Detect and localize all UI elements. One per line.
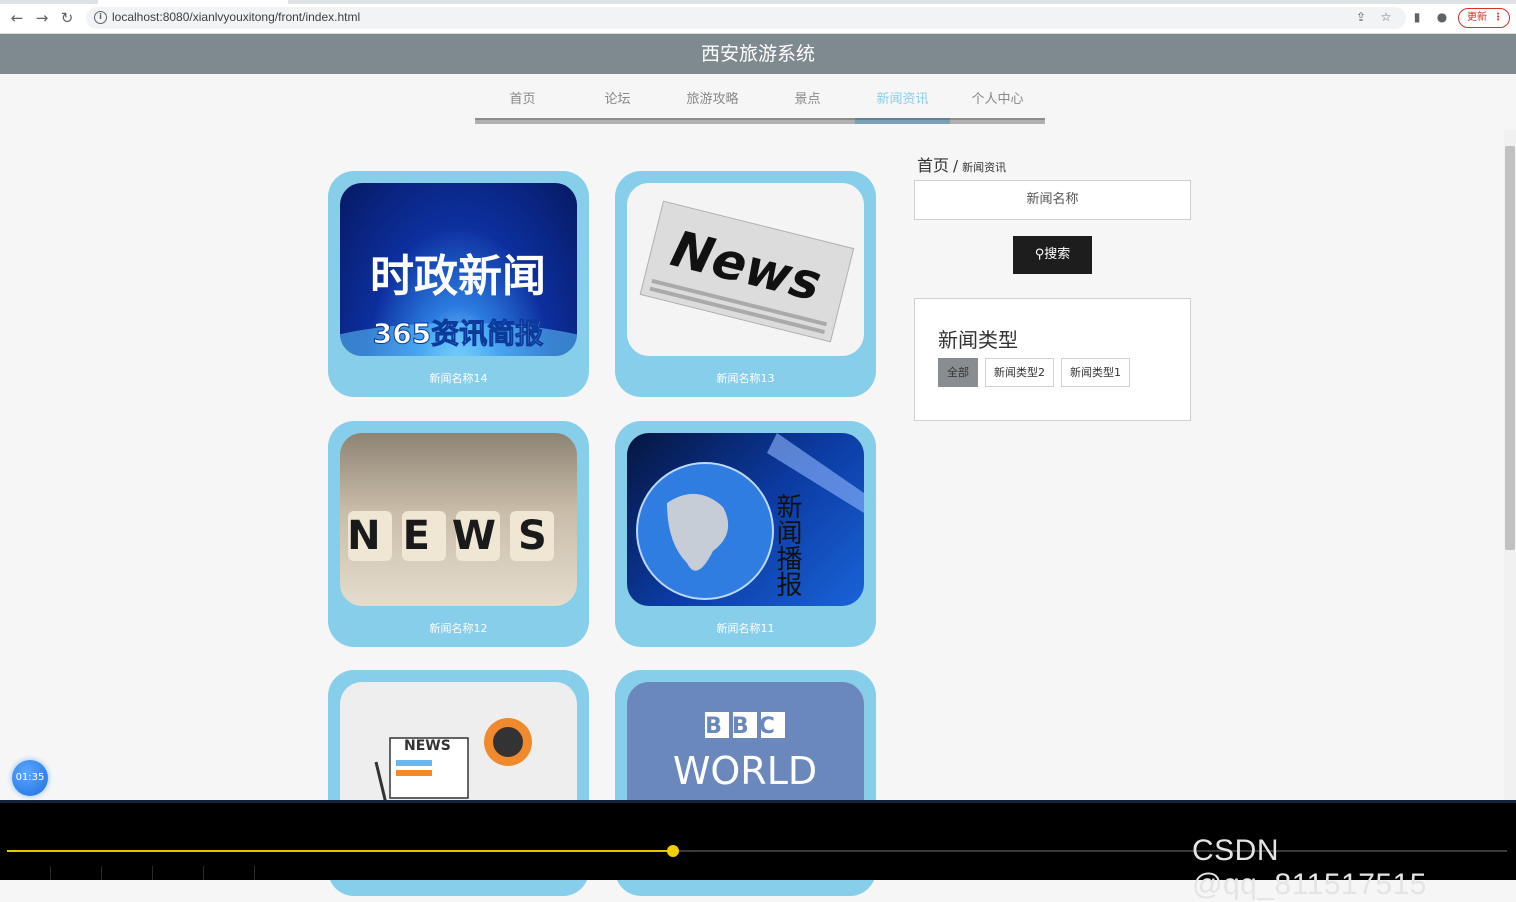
nav-item-label: 旅游攻略 — [686, 92, 739, 107]
breadcrumb: 首页 / 新闻资讯 — [917, 152, 1006, 176]
news-name-search-input[interactable]: 新闻名称 — [914, 180, 1191, 220]
site-info-icon[interactable]: i — [94, 11, 107, 24]
nav-item[interactable]: 首页 — [475, 90, 570, 124]
update-label: 更新 — [1467, 12, 1487, 23]
video-top-line — [0, 800, 1516, 803]
nav-underline — [570, 118, 665, 124]
image-caption-main: 新闻播报 — [772, 493, 802, 597]
active-tab[interactable] — [98, 0, 288, 4]
forward-icon[interactable]: → — [33, 9, 51, 27]
image-caption-main: NEWS — [347, 513, 569, 559]
watermark-text: CSDN @qq_811517515 — [1192, 834, 1427, 901]
news-image[interactable]: News — [627, 183, 864, 356]
side-panel-icon[interactable]: ▮ — [1410, 10, 1424, 24]
news-image-art: NEWS — [347, 511, 569, 561]
nav-underline — [665, 118, 760, 124]
news-type-tag[interactable]: 新闻类型2 — [985, 358, 1054, 387]
nav-underline — [475, 118, 570, 124]
news-type-tag[interactable]: 新闻类型1 — [1061, 358, 1130, 387]
control-cell[interactable] — [102, 866, 153, 880]
nav-item-label: 个人中心 — [971, 92, 1024, 107]
news-type-heading: 新闻类型 — [938, 328, 1018, 352]
nav-item-label: 首页 — [509, 92, 536, 107]
reload-icon[interactable]: ↻ — [58, 9, 76, 27]
back-icon[interactable]: ← — [8, 9, 26, 27]
control-cell[interactable] — [51, 866, 102, 880]
nav-underline — [855, 118, 950, 124]
news-image[interactable]: 新闻播报 — [627, 433, 864, 606]
breadcrumb-separator: / — [953, 157, 959, 175]
bookmark-star-icon[interactable]: ☆ — [1379, 10, 1393, 24]
menu-dots-icon: ⋮ — [1493, 12, 1503, 23]
news-title[interactable]: 新闻名称14 — [328, 370, 589, 386]
tab-strip — [0, 0, 1516, 4]
control-cell[interactable] — [153, 866, 204, 880]
search-button-label: 搜索 — [1044, 247, 1071, 262]
url-text[interactable]: localhost:8080/xianlvyouxitong/front/ind… — [112, 10, 360, 24]
address-bar[interactable]: i localhost:8080/xianlvyouxitong/front/i… — [86, 7, 1406, 29]
news-image-art: 新闻播报 — [636, 433, 864, 600]
control-cell[interactable] — [204, 866, 255, 880]
news-card[interactable]: News 新闻名称13 — [615, 171, 876, 397]
nav-item-label: 新闻资讯 — [876, 92, 929, 107]
news-card[interactable]: NEWS 新闻名称12 — [328, 421, 589, 647]
news-card[interactable]: 新闻播报 新闻名称11 — [615, 421, 876, 647]
video-progress-fill — [7, 850, 673, 852]
nav-item-label: 论坛 — [604, 92, 631, 107]
control-cell[interactable] — [0, 866, 51, 880]
share-icon[interactable]: ⇪ — [1354, 10, 1368, 24]
nav-item[interactable]: 个人中心 — [950, 90, 1045, 124]
update-button[interactable]: 更新 ⋮ — [1458, 8, 1510, 28]
site-title: 西安旅游系统 — [0, 34, 1516, 74]
news-title[interactable]: 新闻名称12 — [328, 620, 589, 636]
scrollbar-thumb[interactable] — [1505, 146, 1515, 550]
main-nav: 首页 论坛 旅游攻略 景点 新闻资讯 个人中心 — [475, 90, 1045, 124]
nav-item[interactable]: 新闻资讯 — [855, 90, 950, 124]
news-type-panel: 新闻类型 全部 新闻类型2 新闻类型1 — [914, 298, 1191, 421]
news-type-tag[interactable]: 全部 — [938, 358, 978, 387]
news-image-art: News — [639, 200, 855, 343]
browser-toolbar: ← → ↻ i localhost:8080/xianlvyouxitong/f… — [0, 0, 1516, 34]
nav-underline — [760, 118, 855, 124]
news-type-tags: 全部 新闻类型2 新闻类型1 — [938, 358, 1130, 387]
image-caption-main: NEWS — [404, 738, 451, 754]
nav-item[interactable]: 旅游攻略 — [665, 90, 760, 124]
news-title[interactable]: 新闻名称11 — [615, 620, 876, 636]
video-progress-knob[interactable] — [667, 845, 679, 857]
nav-underline — [950, 118, 1045, 124]
news-card[interactable]: 时政新闻 365资讯简报 新闻名称14 — [328, 171, 589, 397]
news-image[interactable]: NEWS — [340, 433, 577, 606]
breadcrumb-home[interactable]: 首页 — [917, 156, 949, 175]
search-button[interactable]: ⚲搜索 — [1013, 236, 1092, 274]
news-image[interactable]: 时政新闻 365资讯简报 — [340, 183, 577, 356]
news-image-art: 时政新闻 365资讯简报 — [340, 251, 577, 356]
image-caption-sub: WORLD — [673, 749, 817, 793]
breadcrumb-current: 新闻资讯 — [962, 161, 1007, 174]
image-caption-main: BBC — [705, 714, 785, 739]
image-caption-main: 时政新闻 — [370, 251, 546, 302]
image-caption-sub: 365资讯简报 — [373, 317, 543, 350]
search-icon: ⚲ — [1034, 247, 1045, 262]
nav-item[interactable]: 论坛 — [570, 90, 665, 124]
profile-icon[interactable]: ● — [1435, 10, 1449, 24]
news-title[interactable]: 新闻名称13 — [615, 370, 876, 386]
nav-item-label: 景点 — [794, 92, 821, 107]
nav-item[interactable]: 景点 — [760, 90, 855, 124]
recording-timer[interactable]: 01:35 — [12, 760, 48, 796]
